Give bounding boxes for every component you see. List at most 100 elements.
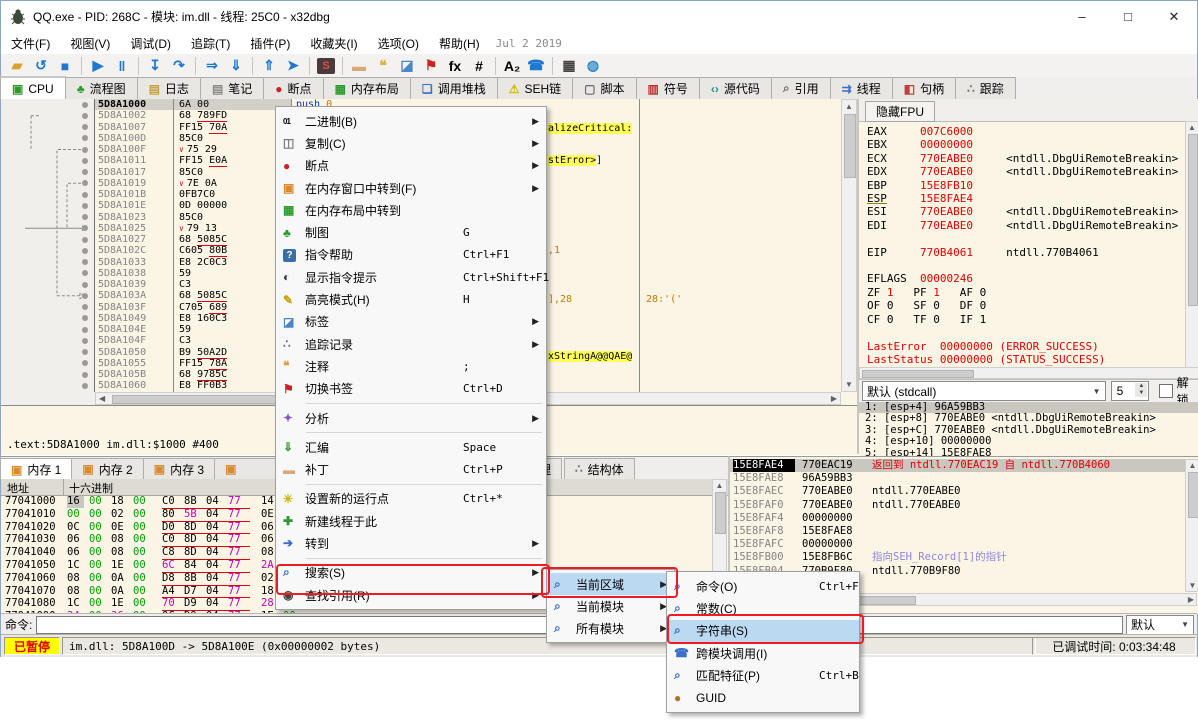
breakpoint-dot[interactable] [82,327,88,333]
register-line[interactable]: EDI 770EABE0 <ntdll.DbgUiRemoteBreakin> [867,219,1178,232]
tab-引用[interactable]: ⌕引用 [771,77,831,99]
breakpoint-dot[interactable] [82,315,88,321]
menu-item-补丁[interactable]: ▬补丁Ctrl+P [276,458,546,480]
breakpoint-dot[interactable] [82,214,88,220]
breakpoint-dot[interactable] [82,113,88,119]
register-line[interactable]: OF 0 SF 0 DF 0 [867,299,1178,312]
menubar-item-帮助H[interactable]: 帮助(H) [429,33,490,54]
registers-pane[interactable]: 隐藏FPU EAX 007C6000EBX 00000000ECX 770EAB… [859,99,1198,456]
tab-SEH链[interactable]: ⚠SEH链 [497,77,573,99]
register-line[interactable] [867,259,1178,272]
step-out-icon[interactable]: ⇑ [257,56,281,76]
stack-row[interactable]: 15E8FAE4770EAC19返回到 ntdll.770EAC19 自 ntd… [730,459,1198,472]
animate-icon[interactable]: S [314,56,338,76]
stop-icon[interactable]: ■ [53,56,77,76]
tab-句柄[interactable]: ◧句柄 [892,77,956,99]
tab-断点[interactable]: ●断点 [263,77,323,99]
breakpoint-dot[interactable] [82,180,88,186]
stack-row[interactable]: 15E8FB0015E8FB6C指向SEH_Record[1]的指针 [730,551,1198,564]
stack-row[interactable]: 15E8FAEC770EABE0ntdll.770EABE0 [730,485,1198,498]
breakpoint-dot[interactable] [82,383,88,389]
command-profile-dropdown[interactable]: 默认 ▼ [1126,615,1194,635]
menu-item-切换书签[interactable]: ⚑切换书签Ctrl+D [276,378,546,400]
unlock-checkbox[interactable] [1159,384,1172,398]
restart-icon[interactable]: ↺ [29,56,53,76]
breakpoint-dot[interactable] [82,135,88,141]
register-line[interactable]: ECX 770EABE0 <ntdll.DbgUiRemoteBreakin> [867,152,1178,165]
tab-CPU[interactable]: ▣CPU [0,76,66,100]
register-line[interactable]: ESP 15E8FAE4 [867,192,1178,205]
stack-vscrollbar[interactable]: ▲ ▼ [1185,459,1198,592]
register-line[interactable]: EBP 15E8FB10 [867,179,1178,192]
breakpoint-dot[interactable] [82,282,88,288]
register-line[interactable] [867,232,1178,245]
open-file-icon[interactable]: ▰ [5,56,29,76]
spinner-arrows[interactable]: ▲▼ [1135,383,1147,397]
disasm-vscrollbar[interactable]: ▲ ▼ [841,99,857,392]
breakpoint-dot[interactable] [82,102,88,108]
menu-item-指令帮助[interactable]: ?指令帮助Ctrl+F1 [276,244,546,266]
menubar-item-视图V[interactable]: 视图(V) [60,33,120,54]
menu-item-在内存窗口中转到F[interactable]: ▣在内存窗口中转到(F)▶ [276,177,546,199]
breakpoint-dot[interactable] [82,203,88,209]
breakpoint-dot[interactable] [82,372,88,378]
breakpoint-dot[interactable] [82,259,88,265]
menu-item-搜索S[interactable]: ⌕搜索(S)▶ [276,562,546,584]
menu-item-复制C[interactable]: ◫复制(C)▶ [276,132,546,154]
comments-icon[interactable]: ❝ [371,56,395,76]
menu-item-高亮模式H[interactable]: ✎高亮模式(H)H [276,288,546,310]
close-button[interactable]: ✕ [1151,1,1197,32]
tab-符号[interactable]: ▥符号 [636,77,700,99]
menubar-item-文件F[interactable]: 文件(F) [1,33,60,54]
stack-row[interactable]: 15E8FAFC00000000 [730,538,1198,551]
tab-struct[interactable]: ∴结构体 [564,458,635,479]
register-line[interactable]: CF 0 TF 0 IF 1 [867,313,1178,326]
register-line[interactable]: EAX 007C6000 [867,125,1178,138]
execute-till-return-icon[interactable]: ⇒ [200,56,224,76]
breakpoint-dot[interactable] [82,248,88,254]
labels-icon[interactable]: ◪ [395,56,419,76]
constants-icon[interactable]: # [467,56,491,76]
tab-调用堆栈[interactable]: ❏调用堆栈 [410,77,498,99]
menu-item-设置新的运行点[interactable]: ✳设置新的运行点Ctrl+* [276,488,546,510]
menu-item-匹配特征P[interactable]: ⌕匹配特征(P)Ctrl+B [667,664,859,686]
run-icon[interactable]: ▶ [86,56,110,76]
register-line[interactable]: LastStatus 00000000 (STATUS_SUCCESS) [867,353,1178,366]
tab-内存布局[interactable]: ▦内存布局 [323,77,411,99]
functions-icon[interactable]: fx [443,56,467,76]
menu-item-标签[interactable]: ◪标签▶ [276,311,546,333]
register-line[interactable]: ESI 770EABE0 <ntdll.DbgUiRemoteBreakin> [867,205,1178,218]
tab-内存3[interactable]: ▣内存 3 [143,458,215,479]
register-line[interactable]: EIP 770B4061 ntdll.770B4061 [867,246,1178,259]
register-line[interactable]: EFLAGS 00000246 [867,272,1178,285]
calculator-icon[interactable]: ▦ [557,56,581,76]
hide-fpu-button[interactable]: 隐藏FPU [865,101,935,122]
stack-row[interactable]: 15E8FAF0770EABE0ntdll.770EABE0 [730,499,1198,512]
breakpoint-dot[interactable] [82,360,88,366]
menu-item-在内存布局中转到[interactable]: ▦在内存布局中转到 [276,199,546,221]
breakpoint-dot[interactable] [82,124,88,130]
menu-item-分析[interactable]: ✦分析▶ [276,407,546,429]
breakpoint-dot[interactable] [82,293,88,299]
step-into-icon[interactable]: ↧ [143,56,167,76]
stack-row[interactable]: 15E8FAE896A59BB3 [730,472,1198,485]
menu-item-常数C[interactable]: ⌕常数(C) [667,597,859,619]
register-line[interactable]: ZF 1 PF 1 AF 0 [867,286,1178,299]
breakpoint-dot[interactable] [82,192,88,198]
menu-item-转到[interactable]: ➔转到▶ [276,532,546,554]
strings-icon[interactable]: A₂ [500,56,524,76]
menu-item-新建线程于此[interactable]: ✚新建线程于此 [276,510,546,532]
breakpoint-dot[interactable] [82,304,88,310]
tab-线程[interactable]: ⇉线程 [830,77,893,99]
register-line[interactable]: EDX 770EABE0 <ntdll.DbgUiRemoteBreakin> [867,165,1178,178]
tab-跟踪[interactable]: ∴跟踪 [955,77,1016,99]
menu-item-显示指令提示[interactable]: ◐显示指令提示Ctrl+Shift+F1 [276,266,546,288]
menu-item-断点[interactable]: ●断点▶ [276,155,546,177]
breakpoint-dot[interactable] [82,338,88,344]
menubar-item-收藏夹I[interactable]: 收藏夹(I) [300,33,367,54]
tab-源代码[interactable]: ‹›源代码 [699,77,772,99]
tab-内存1[interactable]: ▣内存 1 [0,458,72,480]
stack-row[interactable]: 15E8FAF815E8FAE8 [730,525,1198,538]
breakpoint-dot[interactable] [82,158,88,164]
menu-item-字符串S[interactable]: ⌕字符串(S) [667,620,859,642]
